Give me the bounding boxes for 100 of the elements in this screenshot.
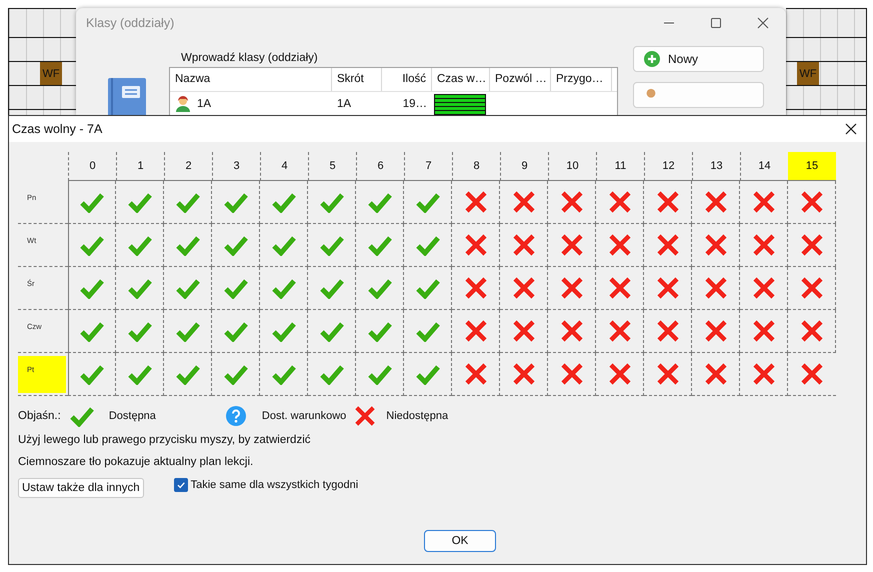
same-all-weeks-checkbox[interactable]: Takie same dla wszystkich tygodni	[174, 478, 358, 492]
check-icon[interactable]	[222, 234, 248, 256]
cross-icon[interactable]	[752, 319, 776, 343]
check-icon[interactable]	[318, 320, 344, 342]
check-icon[interactable]	[222, 191, 248, 213]
cross-icon[interactable]	[704, 233, 728, 257]
hour-header[interactable]: 1	[116, 152, 164, 181]
cross-icon[interactable]	[752, 362, 776, 386]
check-icon[interactable]	[414, 363, 440, 385]
column-header[interactable]: Ilość	[382, 68, 432, 91]
check-icon[interactable]	[414, 320, 440, 342]
column-header[interactable]: Pozwól …	[490, 68, 551, 91]
check-icon[interactable]	[174, 191, 200, 213]
check-icon[interactable]	[126, 320, 152, 342]
check-icon[interactable]	[174, 363, 200, 385]
cross-icon[interactable]	[704, 319, 728, 343]
column-header[interactable]: Nazwa	[170, 68, 332, 91]
ok-button[interactable]: OK	[424, 530, 496, 552]
hour-header[interactable]: 3	[212, 152, 260, 181]
check-icon[interactable]	[222, 277, 248, 299]
hour-header[interactable]: 9	[500, 152, 548, 181]
cross-icon[interactable]	[800, 362, 824, 386]
cross-icon[interactable]	[560, 276, 584, 300]
cross-icon[interactable]	[656, 233, 680, 257]
cross-icon[interactable]	[608, 362, 632, 386]
cross-icon[interactable]	[704, 276, 728, 300]
check-icon[interactable]	[414, 277, 440, 299]
check-icon[interactable]	[318, 363, 344, 385]
cross-icon[interactable]	[608, 190, 632, 214]
check-icon[interactable]	[79, 320, 105, 342]
hour-header[interactable]: 0	[68, 152, 116, 181]
check-icon[interactable]	[222, 320, 248, 342]
check-icon[interactable]	[270, 191, 296, 213]
cross-icon[interactable]	[608, 233, 632, 257]
cross-icon[interactable]	[512, 362, 536, 386]
check-icon[interactable]	[366, 191, 392, 213]
check-icon[interactable]	[222, 363, 248, 385]
check-icon[interactable]	[79, 234, 105, 256]
hour-header[interactable]: 4	[260, 152, 308, 181]
cross-icon[interactable]	[800, 190, 824, 214]
cross-icon[interactable]	[512, 233, 536, 257]
check-icon[interactable]	[174, 277, 200, 299]
cross-icon[interactable]	[752, 190, 776, 214]
check-icon[interactable]	[174, 320, 200, 342]
check-icon[interactable]	[126, 234, 152, 256]
column-header[interactable]: Czas w…	[432, 68, 490, 91]
check-icon[interactable]	[318, 191, 344, 213]
cross-icon[interactable]	[704, 190, 728, 214]
cross-icon[interactable]	[560, 190, 584, 214]
close-icon[interactable]	[757, 17, 769, 29]
cross-icon[interactable]	[512, 276, 536, 300]
cross-icon[interactable]	[800, 233, 824, 257]
cross-icon[interactable]	[656, 190, 680, 214]
cross-icon[interactable]	[608, 319, 632, 343]
hour-header[interactable]: 12	[644, 152, 692, 181]
cross-icon[interactable]	[464, 233, 488, 257]
check-icon[interactable]	[366, 363, 392, 385]
hour-header[interactable]: 5	[308, 152, 356, 181]
check-icon[interactable]	[79, 363, 105, 385]
cross-icon[interactable]	[464, 276, 488, 300]
cross-icon[interactable]	[752, 233, 776, 257]
cross-icon[interactable]	[656, 276, 680, 300]
check-icon[interactable]	[79, 277, 105, 299]
hour-header[interactable]: 7	[404, 152, 452, 181]
cross-icon[interactable]	[512, 319, 536, 343]
hour-header[interactable]: 10	[548, 152, 596, 181]
cross-icon[interactable]	[512, 190, 536, 214]
check-icon[interactable]	[270, 277, 296, 299]
check-icon[interactable]	[318, 277, 344, 299]
check-icon[interactable]	[366, 277, 392, 299]
check-icon[interactable]	[366, 320, 392, 342]
check-icon[interactable]	[270, 363, 296, 385]
column-header[interactable]: Skrót	[332, 68, 382, 91]
check-icon[interactable]	[414, 191, 440, 213]
hour-header[interactable]: 11	[596, 152, 644, 181]
check-icon[interactable]	[126, 363, 152, 385]
cross-icon[interactable]	[560, 362, 584, 386]
checkbox[interactable]	[174, 478, 188, 492]
cross-icon[interactable]	[800, 319, 824, 343]
hour-header[interactable]: 15	[788, 152, 836, 181]
hour-header[interactable]: 6	[356, 152, 404, 181]
cross-icon[interactable]	[560, 233, 584, 257]
hour-header[interactable]: 8	[452, 152, 500, 181]
cross-icon[interactable]	[656, 362, 680, 386]
check-icon[interactable]	[318, 234, 344, 256]
close-icon[interactable]	[845, 123, 857, 135]
check-icon[interactable]	[174, 234, 200, 256]
cross-icon[interactable]	[752, 276, 776, 300]
check-icon[interactable]	[126, 191, 152, 213]
cross-icon[interactable]	[800, 276, 824, 300]
hour-header[interactable]: 13	[692, 152, 740, 181]
cross-icon[interactable]	[464, 319, 488, 343]
cross-icon[interactable]	[560, 319, 584, 343]
cross-icon[interactable]	[704, 362, 728, 386]
cross-icon[interactable]	[464, 362, 488, 386]
hour-header[interactable]: 2	[164, 152, 212, 181]
new-button[interactable]: Nowy	[633, 46, 764, 72]
maximize-icon[interactable]	[710, 17, 722, 29]
check-icon[interactable]	[366, 234, 392, 256]
check-icon[interactable]	[414, 234, 440, 256]
